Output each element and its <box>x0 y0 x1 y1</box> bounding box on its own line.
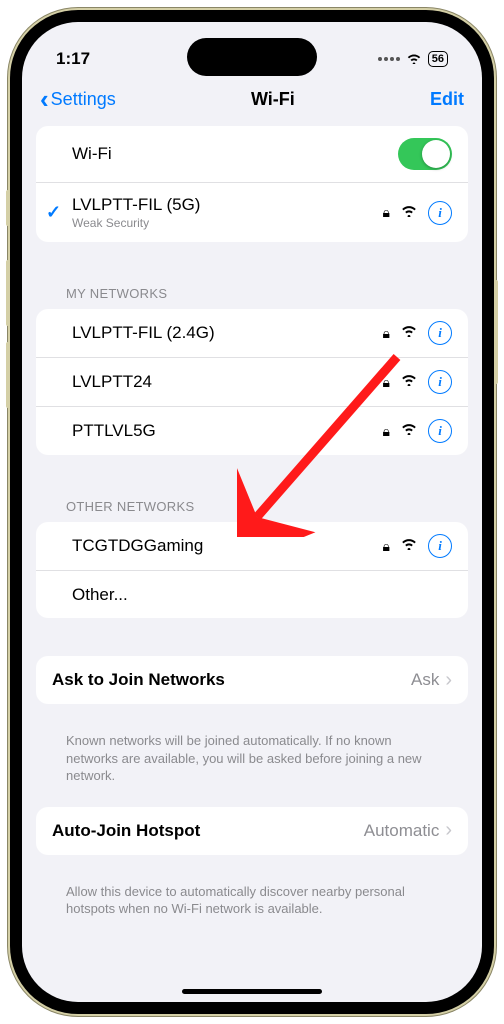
edit-button[interactable]: Edit <box>430 89 464 110</box>
wifi-signal-icon <box>400 204 418 222</box>
wifi-signal-icon <box>400 422 418 440</box>
ask-join-row[interactable]: Ask to Join Networks Ask › <box>36 656 468 704</box>
chevron-left-icon: ‹ <box>40 86 49 112</box>
other-networks-group: TCGTDGGaming 🔒︎ i Other... <box>36 522 468 618</box>
wifi-signal-icon <box>400 373 418 391</box>
back-button[interactable]: ‹ Settings <box>40 86 116 112</box>
page-title: Wi-Fi <box>251 89 295 110</box>
auto-hotspot-label: Auto-Join Hotspot <box>52 821 364 841</box>
network-name: PTTLVL5G <box>72 421 383 441</box>
dynamic-island <box>187 38 317 76</box>
info-icon[interactable]: i <box>428 370 452 394</box>
wifi-group: Wi-Fi ✓ LVLPTT-FIL (5G) Weak Security 🔒︎… <box>36 126 468 242</box>
network-row[interactable]: LVLPTT24 🔒︎ i <box>36 357 468 406</box>
connected-network-row[interactable]: ✓ LVLPTT-FIL (5G) Weak Security 🔒︎ i <box>36 182 468 242</box>
network-row[interactable]: TCGTDGGaming 🔒︎ i <box>36 522 468 570</box>
mute-switch <box>6 190 10 226</box>
network-row[interactable]: LVLPTT-FIL (2.4G) 🔒︎ i <box>36 309 468 357</box>
chevron-right-icon: › <box>445 819 452 842</box>
info-icon[interactable]: i <box>428 201 452 225</box>
lock-icon: 🔒︎ <box>383 325 390 342</box>
my-networks-group: LVLPTT-FIL (2.4G) 🔒︎ i LVLPTT24 🔒︎ i <box>36 309 468 455</box>
network-name: LVLPTT24 <box>72 372 383 392</box>
info-icon[interactable]: i <box>428 419 452 443</box>
network-name: LVLPTT-FIL (2.4G) <box>72 323 383 343</box>
network-row[interactable]: PTTLVL5G 🔒︎ i <box>36 406 468 455</box>
volume-up <box>6 260 10 326</box>
auto-hotspot-row[interactable]: Auto-Join Hotspot Automatic › <box>36 807 468 855</box>
other-row[interactable]: Other... <box>36 570 468 618</box>
chevron-right-icon: › <box>445 669 452 692</box>
checkmark-icon: ✓ <box>46 202 72 223</box>
ask-join-label: Ask to Join Networks <box>52 670 411 690</box>
status-time: 1:17 <box>56 49 90 69</box>
my-networks-header: MY NETWORKS <box>36 262 468 309</box>
auto-hotspot-group: Auto-Join Hotspot Automatic › <box>36 807 468 855</box>
network-name: TCGTDGGaming <box>72 536 383 556</box>
connected-network-sub: Weak Security <box>72 216 383 230</box>
other-label: Other... <box>72 585 452 605</box>
screen: 1:17 56 ‹ Settings Wi-Fi Edit Wi <box>22 22 482 1002</box>
auto-hotspot-value: Automatic <box>364 821 440 841</box>
info-icon[interactable]: i <box>428 321 452 345</box>
lock-icon: 🔒︎ <box>383 374 390 391</box>
home-indicator[interactable] <box>182 989 322 994</box>
phone-frame: 1:17 56 ‹ Settings Wi-Fi Edit Wi <box>10 10 494 1014</box>
back-label: Settings <box>51 89 116 110</box>
ask-join-group: Ask to Join Networks Ask › <box>36 656 468 704</box>
ask-join-value: Ask <box>411 670 439 690</box>
lock-icon: 🔒︎ <box>383 538 390 555</box>
lock-icon: 🔒︎ <box>383 423 390 440</box>
wifi-status-icon <box>406 51 422 67</box>
wifi-toggle-row[interactable]: Wi-Fi <box>36 126 468 182</box>
wifi-toggle[interactable] <box>398 138 452 170</box>
connected-network-name: LVLPTT-FIL (5G) <box>72 195 383 215</box>
other-networks-header: OTHER NETWORKS <box>36 475 468 522</box>
wifi-signal-icon <box>400 537 418 555</box>
ask-join-footer: Known networks will be joined automatica… <box>36 724 468 785</box>
cellular-icon <box>378 57 400 61</box>
battery-indicator: 56 <box>428 51 448 67</box>
wifi-signal-icon <box>400 324 418 342</box>
nav-bar: ‹ Settings Wi-Fi Edit <box>22 78 482 126</box>
lock-icon: 🔒︎ <box>383 204 390 221</box>
power-button <box>494 280 498 384</box>
auto-hotspot-footer: Allow this device to automatically disco… <box>36 875 468 918</box>
info-icon[interactable]: i <box>428 534 452 558</box>
volume-down <box>6 342 10 408</box>
wifi-label: Wi-Fi <box>72 144 398 164</box>
status-indicators: 56 <box>378 51 448 67</box>
